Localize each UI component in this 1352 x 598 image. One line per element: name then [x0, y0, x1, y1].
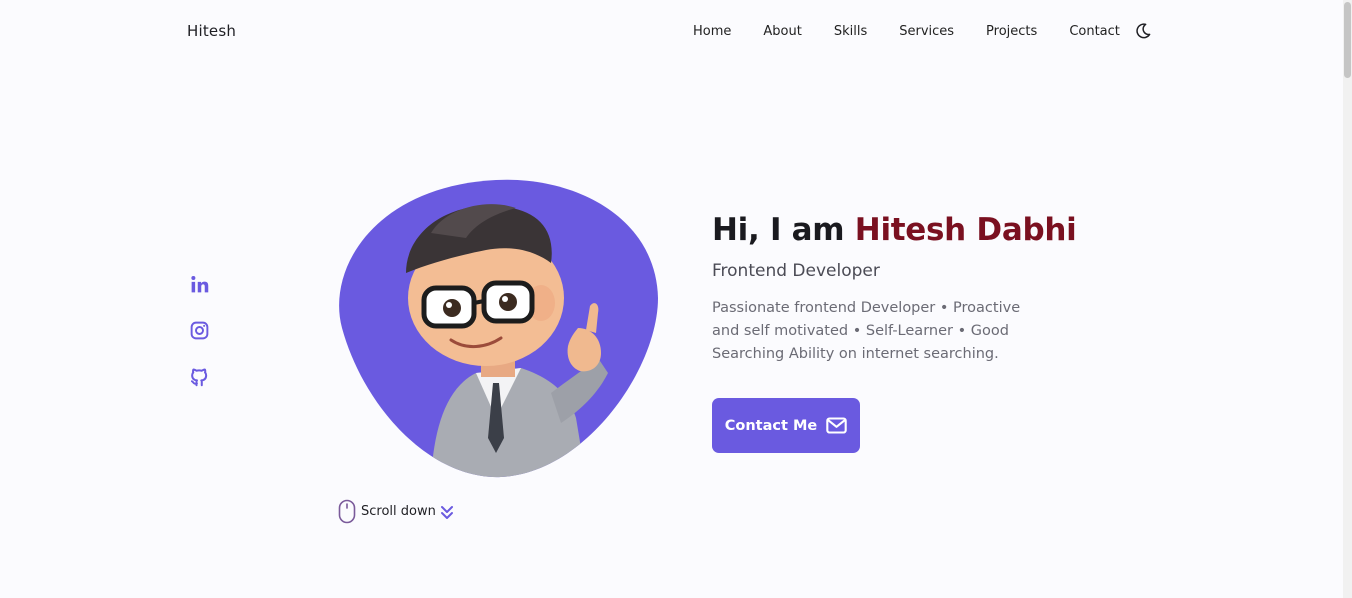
scroll-down-label: Scroll down — [361, 504, 436, 519]
avatar — [339, 179, 658, 478]
logo[interactable]: Hitesh — [187, 22, 236, 40]
mouse-icon — [338, 499, 356, 524]
scroll-down-link[interactable]: Scroll down — [338, 499, 454, 524]
hero-name: Hitesh Dabhi — [854, 212, 1077, 248]
hero-title: Hi, I am Hitesh Dabhi — [712, 212, 1077, 248]
linkedin-icon[interactable] — [189, 274, 210, 295]
page: Hitesh Home About Skills Services Projec… — [0, 0, 1352, 598]
nav-projects[interactable]: Projects — [986, 24, 1037, 39]
contact-me-button[interactable]: Contact Me — [712, 398, 860, 453]
scrollbar[interactable] — [1343, 0, 1352, 598]
main-nav: Home About Skills Services Projects Cont… — [693, 22, 1152, 40]
hero-description: Passionate frontend Developer • Proactiv… — [712, 300, 1021, 362]
nav-contact[interactable]: Contact — [1069, 24, 1120, 39]
profile-blob — [336, 178, 660, 478]
chevron-double-down-icon — [440, 505, 453, 519]
nav-home[interactable]: Home — [693, 24, 731, 39]
greeting-text: Hi, I am — [712, 212, 845, 248]
nav-services[interactable]: Services — [899, 24, 954, 39]
social-links — [189, 274, 210, 412]
contact-me-label: Contact Me — [724, 417, 818, 434]
hero-subtitle: Frontend Developer — [712, 261, 880, 281]
nav-skills[interactable]: Skills — [834, 24, 867, 39]
github-icon[interactable] — [189, 366, 210, 387]
mail-icon — [826, 417, 847, 434]
header: Hitesh Home About Skills Services Projec… — [0, 0, 1343, 62]
moon-icon[interactable] — [1134, 22, 1152, 40]
nav-about[interactable]: About — [763, 24, 801, 39]
instagram-icon[interactable] — [189, 320, 210, 341]
scrollbar-thumb[interactable] — [1344, 2, 1351, 78]
